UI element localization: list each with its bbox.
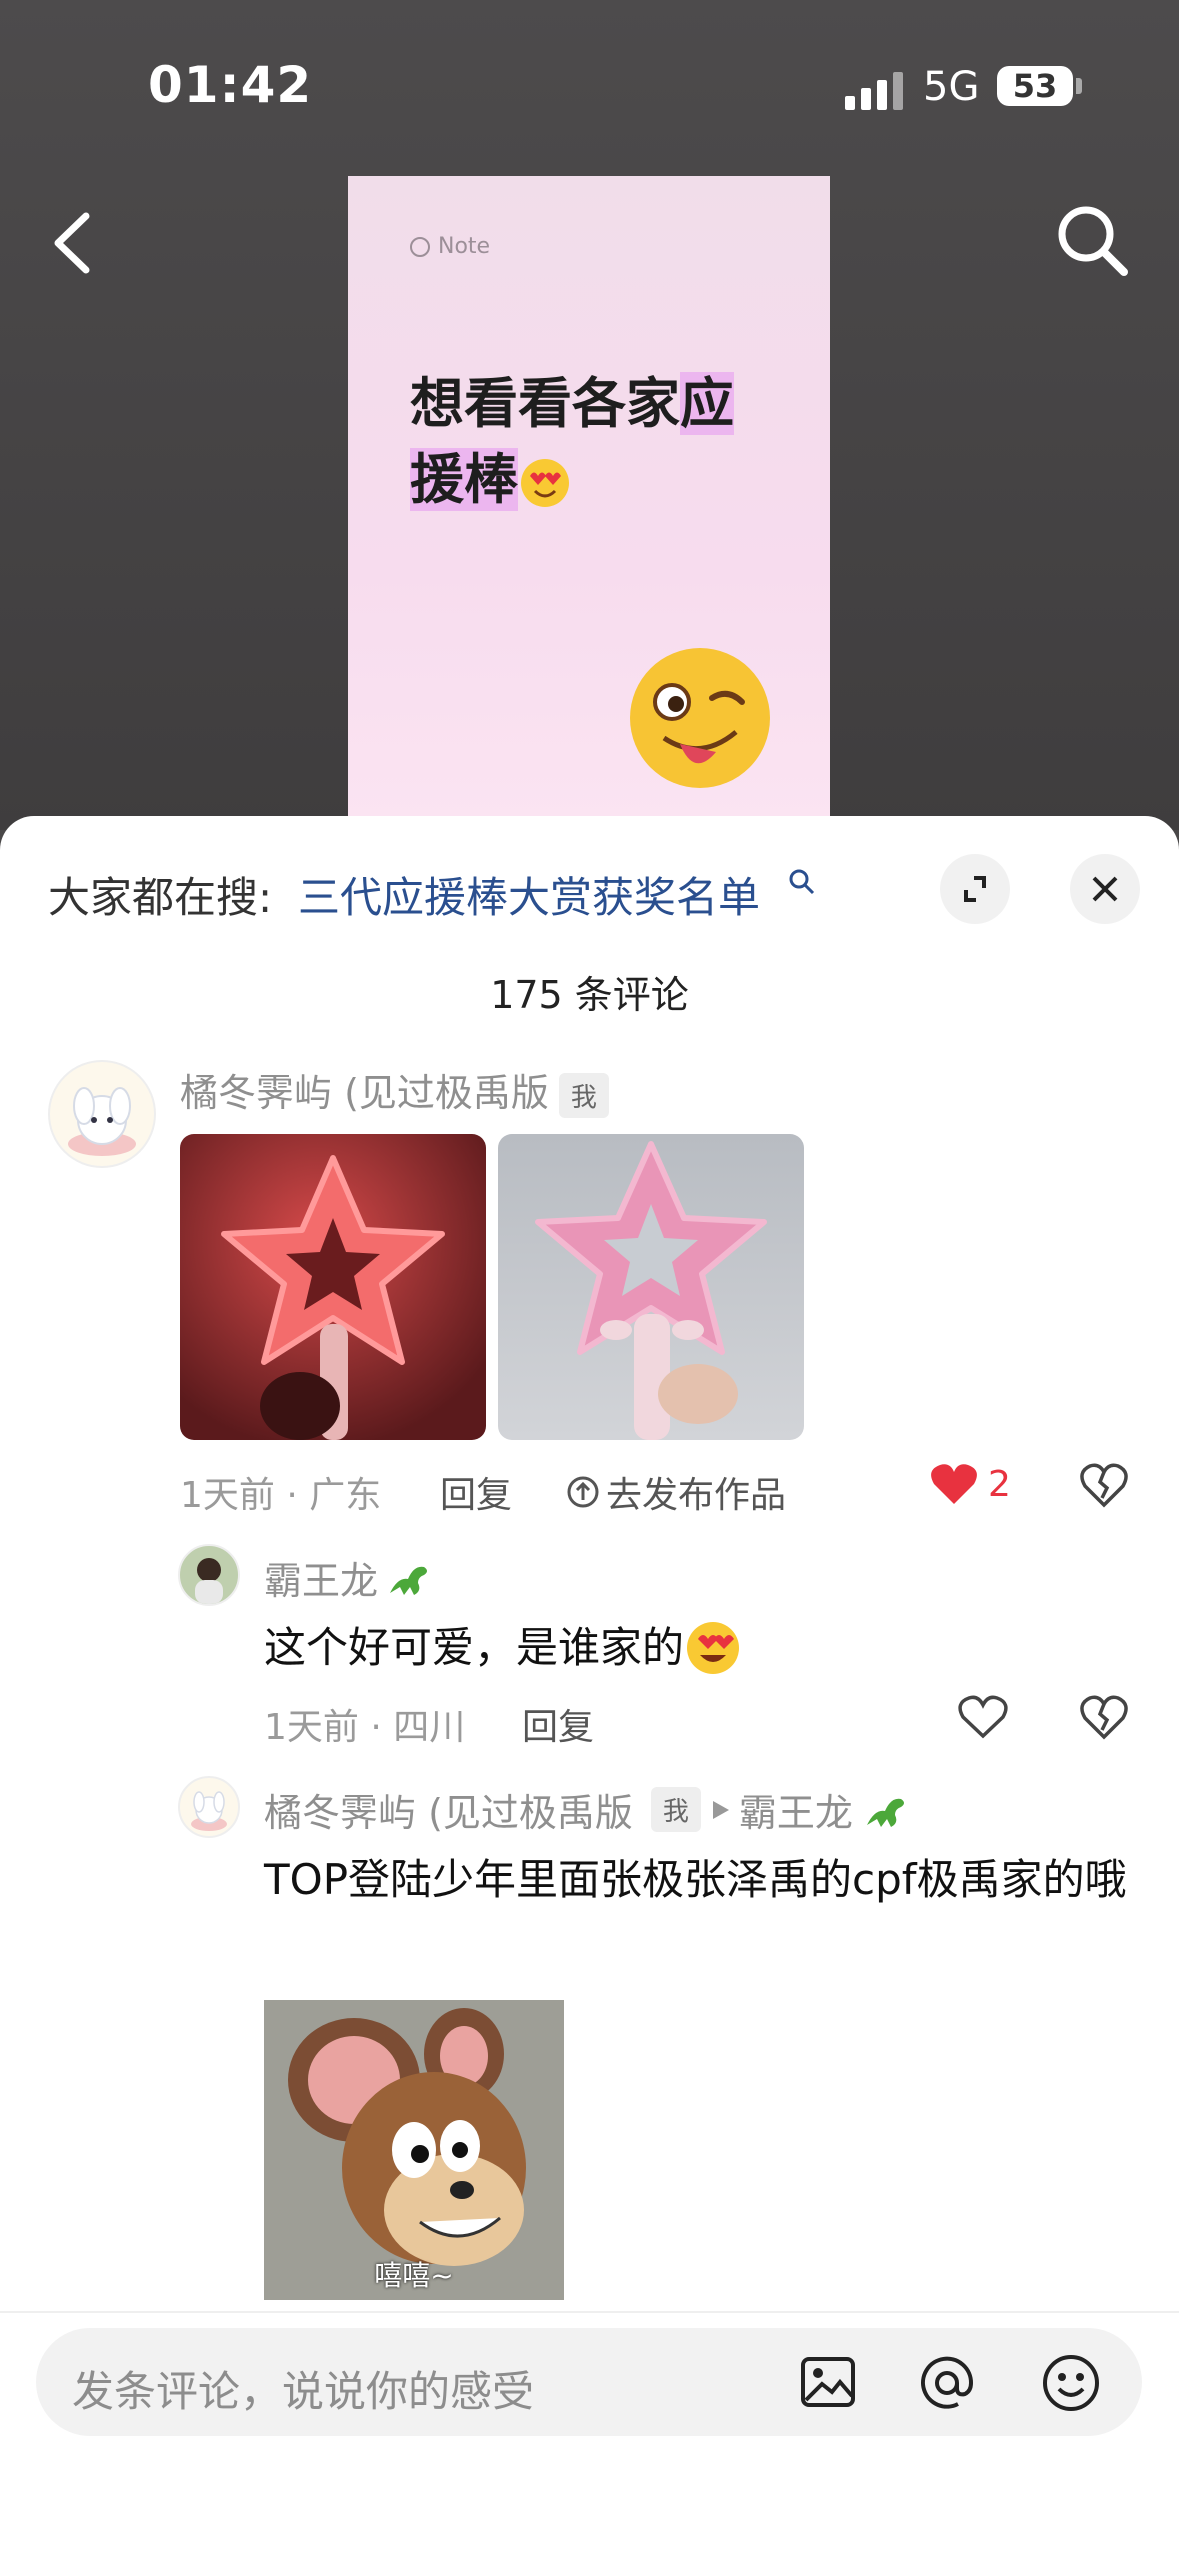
search-small-icon[interactable] [788,868,816,896]
bunny-avatar-icon [68,1087,136,1156]
upload-circle-icon [567,1476,599,1508]
battery-tip [1076,78,1082,94]
reply-button[interactable]: 回复 [522,1698,594,1750]
note-title: 想看看各家应 援棒 [410,366,810,518]
comment-photo-red-star-lightstick[interactable] [180,1134,486,1440]
avatar[interactable] [178,1544,240,1606]
avatar[interactable] [178,1776,240,1838]
expand-button[interactable] [940,854,1010,924]
comment-meta: 1天前 · 广东 [180,1475,382,1516]
back-icon[interactable] [46,208,102,278]
network-type: 5G [923,64,980,110]
dislike-broken-heart-icon[interactable] [1080,1462,1128,1508]
me-badge: 我 [558,1073,609,1118]
like-count: 2 [988,1463,1011,1505]
reply-arrow-icon [712,1800,729,1819]
user-photo-avatar-icon [195,1558,223,1604]
emoji-smile-icon[interactable] [1040,2352,1102,2414]
pink-star-lightstick-image [535,1141,767,1440]
comment-username[interactable]: 橘冬霁屿 (见过极禹版我 [180,1062,609,1118]
reply-to-username[interactable]: 霸王龙 [739,1782,853,1837]
meme-image[interactable]: 嘻嘻~ [264,2000,564,2300]
comment-input-placeholder: 发条评论，说说你的感受 [72,2367,535,2416]
comment-photo-pink-star-lightstick[interactable] [498,1134,804,1440]
publish-work-button[interactable]: 去发布作品 [566,1466,786,1518]
note-title-highlight-1: 应 [680,372,734,435]
comment-username[interactable]: 霸王龙 [264,1550,432,1605]
dislike-broken-heart-icon[interactable] [1080,1694,1128,1740]
expand-icon [964,876,986,902]
close-icon [1092,876,1118,902]
heart-outline-icon[interactable] [958,1694,1008,1740]
image-icon[interactable] [800,2356,856,2408]
meme-caption: 嘻嘻~ [374,2259,454,2292]
note-title-highlight-2: 援棒 [410,448,518,511]
divider [0,2311,1179,2313]
battery-icon: 53 [997,66,1073,106]
avatar[interactable] [48,1060,156,1168]
close-button[interactable] [1070,854,1140,924]
comment-text: TOP登陆少年里面张极张泽禹的cpf极禹家的哦 [264,1855,1127,1904]
trending-search-link[interactable]: 三代应援棒大赏获奖名单 [298,864,760,925]
me-badge: 我 [650,1787,701,1832]
at-mention-icon[interactable] [916,2352,978,2414]
search-icon[interactable] [1052,200,1132,280]
note-label: Note [410,234,490,259]
heart-filled-icon [931,1464,977,1504]
reply-button[interactable]: 回复 [440,1466,512,1518]
comment-username[interactable]: 橘冬霁屿 (见过极禹版 我 霸王龙 [264,1782,909,1837]
note-card[interactable]: Note 想看看各家应 援棒 [348,176,830,826]
note-title-text: 想看看各家 [410,372,680,435]
dinosaur-emoji-icon [866,1798,904,1827]
search-prefix: 大家都在搜: [48,873,273,922]
winking-tongue-emoji-icon [630,648,770,788]
comment-sheet: 大家都在搜: 三代应援棒大赏获奖名单 175 条评论 橘冬霁屿 (见过极禹版我 … [0,816,1179,2556]
comment-text: 这个好可爱，是谁家的 [264,1612,742,1684]
heart-eyes-emoji-icon [521,459,569,508]
like-button[interactable]: 2 [930,1462,1011,1506]
dinosaur-emoji-icon [390,1566,428,1595]
red-star-lightstick-image [221,1155,445,1440]
status-time: 01:42 [148,56,313,114]
comment-count: 175 条评论 [490,973,689,1017]
comment-input[interactable]: 发条评论，说说你的感受 [36,2328,1142,2436]
star-struck-emoji-icon [687,1622,740,1674]
signal-icon [845,70,907,110]
bunny-avatar-icon [191,1791,227,1831]
comment-meta: 1天前 · 四川 [264,1707,466,1748]
